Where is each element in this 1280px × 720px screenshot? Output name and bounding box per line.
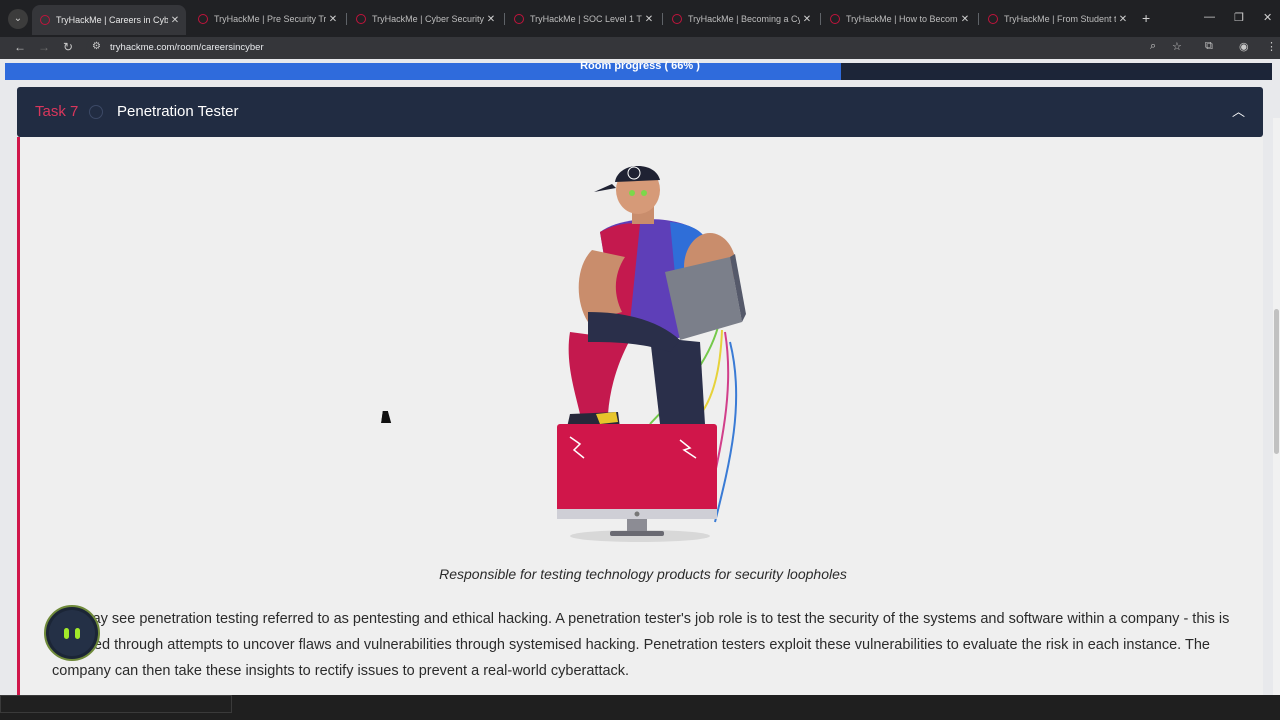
- tab-careers-in-cyber[interactable]: TryHackMe | Careers in Cyber ✕: [32, 5, 186, 35]
- zoom-magnifier-icon[interactable]: ⌕: [1150, 40, 1156, 53]
- tryhackme-favicon-icon: [830, 14, 840, 24]
- extensions-puzzle-icon[interactable]: ⧉: [1205, 40, 1213, 53]
- chevron-up-icon[interactable]: ︿: [1232, 101, 1245, 120]
- tab-title: TryHackMe | SOC Level 1 Traini: [530, 14, 642, 24]
- tab-title: TryHackMe | From Student to S: [1004, 14, 1116, 24]
- robot-eye-icon: [75, 628, 80, 639]
- tab-title: TryHackMe | Becoming a Cyber: [688, 14, 800, 24]
- site-info-tune-icon[interactable]: ⚙: [92, 41, 101, 52]
- room-progress-label: Room progress ( 66% ): [580, 60, 700, 72]
- robot-eye-icon: [64, 628, 69, 639]
- page-scrollbar-thumb[interactable]: [1274, 309, 1279, 454]
- tab-strip: ⌄ TryHackMe | Careers in Cyber ✕ TryHack…: [0, 0, 1280, 37]
- mouse-pointer-icon: [381, 411, 393, 423]
- url-text[interactable]: tryhackme.com/room/careersincyber: [110, 42, 264, 53]
- tryhackme-favicon-icon: [40, 15, 50, 25]
- address-bar[interactable]: ⚙ tryhackme.com/room/careersincyber: [86, 38, 1176, 58]
- tab-close-icon[interactable]: ✕: [800, 14, 814, 25]
- task-complete-circle-icon: [89, 105, 103, 119]
- tab-close-icon[interactable]: ✕: [1116, 14, 1130, 25]
- tab-soc-level-1[interactable]: TryHackMe | SOC Level 1 Traini ✕: [506, 7, 660, 31]
- task-body-paragraph: You may see penetration testing referred…: [52, 611, 1230, 679]
- task-content: Responsible for testing technology produ…: [17, 137, 1263, 695]
- taskbar-item[interactable]: [0, 695, 232, 713]
- tab-divider: [820, 13, 821, 25]
- tab-divider: [346, 13, 347, 25]
- close-window-icon[interactable]: ✕: [1263, 11, 1272, 24]
- tryhackme-favicon-icon: [514, 14, 524, 24]
- restore-icon[interactable]: ❐: [1234, 11, 1244, 24]
- browser-toolbar: ← → ↻ ⚙ tryhackme.com/room/careersincybe…: [0, 37, 1280, 59]
- tab-from-student[interactable]: TryHackMe | From Student to S ✕: [980, 7, 1134, 31]
- browser-menu-kebab-icon[interactable]: ⋮: [1266, 40, 1277, 53]
- tryhackme-favicon-icon: [198, 14, 208, 24]
- tryhackme-favicon-icon: [356, 14, 366, 24]
- robot-face-icon: [49, 610, 95, 656]
- reload-icon[interactable]: ↻: [60, 40, 76, 54]
- tab-divider: [662, 13, 663, 25]
- tab-close-icon[interactable]: ✕: [326, 14, 340, 25]
- tab-divider: [978, 13, 979, 25]
- penetration-tester-illustration: [557, 165, 746, 542]
- profile-icon[interactable]: ◉: [1239, 40, 1249, 53]
- tab-title: TryHackMe | Pre Security Traini: [214, 14, 326, 24]
- tab-title: TryHackMe | Cyber Security 101: [372, 14, 484, 24]
- task-title: Penetration Tester: [117, 103, 239, 120]
- new-tab-plus-icon[interactable]: +: [1142, 10, 1150, 26]
- forward-arrow-icon[interactable]: →: [36, 40, 52, 54]
- page-viewport: Room progress ( 66% ) Task 7 Penetration…: [0, 59, 1280, 695]
- task-number: Task 7: [35, 103, 79, 120]
- minimize-icon[interactable]: —: [1204, 11, 1215, 23]
- tab-divider: [504, 13, 505, 25]
- tab-search-chevron-down-icon[interactable]: ⌄: [8, 9, 28, 29]
- tab-close-icon[interactable]: ✕: [168, 15, 182, 26]
- tab-close-icon[interactable]: ✕: [484, 14, 498, 25]
- tab-close-icon[interactable]: ✕: [642, 14, 656, 25]
- tab-pre-security[interactable]: TryHackMe | Pre Security Traini ✕: [190, 7, 344, 31]
- taskbar: [0, 695, 1280, 720]
- task-7-header[interactable]: Task 7 Penetration Tester ︿: [17, 87, 1263, 137]
- tryhackme-favicon-icon: [672, 14, 682, 24]
- tab-becoming-a-cyber[interactable]: TryHackMe | Becoming a Cyber ✕: [664, 7, 818, 31]
- tab-how-to-become[interactable]: TryHackMe | How to Become a ✕: [822, 7, 976, 31]
- tab-cyber-security-101[interactable]: TryHackMe | Cyber Security 101 ✕: [348, 7, 502, 31]
- tab-title: TryHackMe | Careers in Cyber: [56, 15, 168, 25]
- tab-title: TryHackMe | How to Become a: [846, 14, 958, 24]
- bookmark-star-icon[interactable]: ☆: [1172, 40, 1182, 53]
- back-arrow-icon[interactable]: ←: [12, 40, 28, 54]
- tryhackme-favicon-icon: [988, 14, 998, 24]
- illustration-caption: Responsible for testing technology produ…: [439, 566, 847, 582]
- tab-close-icon[interactable]: ✕: [958, 14, 972, 25]
- assistant-bot-button[interactable]: [44, 605, 100, 661]
